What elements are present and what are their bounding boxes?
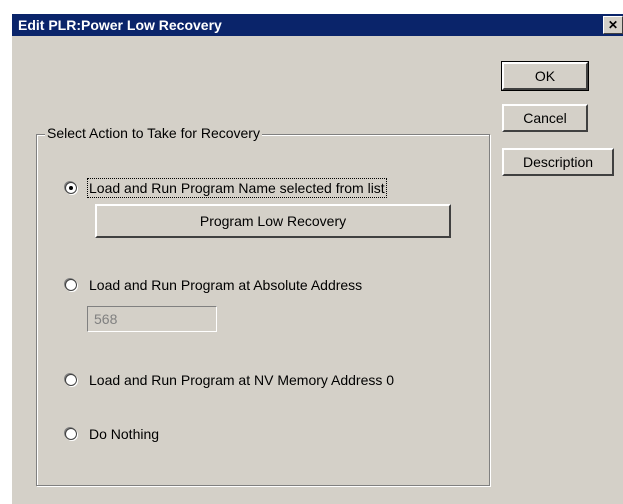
program-low-recovery-label: Program Low Recovery [199,213,347,229]
recovery-action-group: Select Action to Take for Recovery Load … [36,125,490,486]
description-button-label: Description [522,154,594,170]
option-nv-memory-label: Load and Run Program at NV Memory Addres… [89,372,395,388]
program-low-recovery-button[interactable]: Program Low Recovery [95,204,451,238]
radio-load-by-name[interactable] [65,182,77,194]
ok-button-label: OK [534,68,556,84]
absolute-address-value: 568 [94,311,118,327]
radio-do-nothing[interactable] [65,428,77,440]
option-nv-memory[interactable]: Load and Run Program at NV Memory Addres… [65,372,394,388]
title-bar[interactable]: Edit PLR:Power Low Recovery ✕ [12,14,623,36]
description-button[interactable]: Description [502,148,614,176]
option-absolute-address-label: Load and Run Program at Absolute Address [89,277,363,293]
option-absolute-address[interactable]: Load and Run Program at Absolute Address [65,277,362,293]
option-load-by-name[interactable]: Load and Run Program Name selected from … [65,178,387,198]
option-do-nothing[interactable]: Do Nothing [65,426,159,442]
ok-button[interactable]: OK [501,61,589,91]
cancel-button-label: Cancel [523,110,567,126]
radio-absolute-address[interactable] [65,279,77,291]
radio-nv-memory[interactable] [65,374,77,386]
cancel-button[interactable]: Cancel [502,104,588,132]
dialog-window: Edit PLR:Power Low Recovery ✕ OK Cancel … [10,12,623,504]
option-do-nothing-label: Do Nothing [89,426,160,442]
group-title: Select Action to Take for Recovery [45,125,262,141]
option-load-by-name-label: Load and Run Program Name selected from … [87,178,387,198]
close-button[interactable]: ✕ [603,16,623,34]
close-icon: ✕ [607,18,619,32]
window-title: Edit PLR:Power Low Recovery [18,17,222,33]
absolute-address-field[interactable]: 568 [87,306,217,332]
